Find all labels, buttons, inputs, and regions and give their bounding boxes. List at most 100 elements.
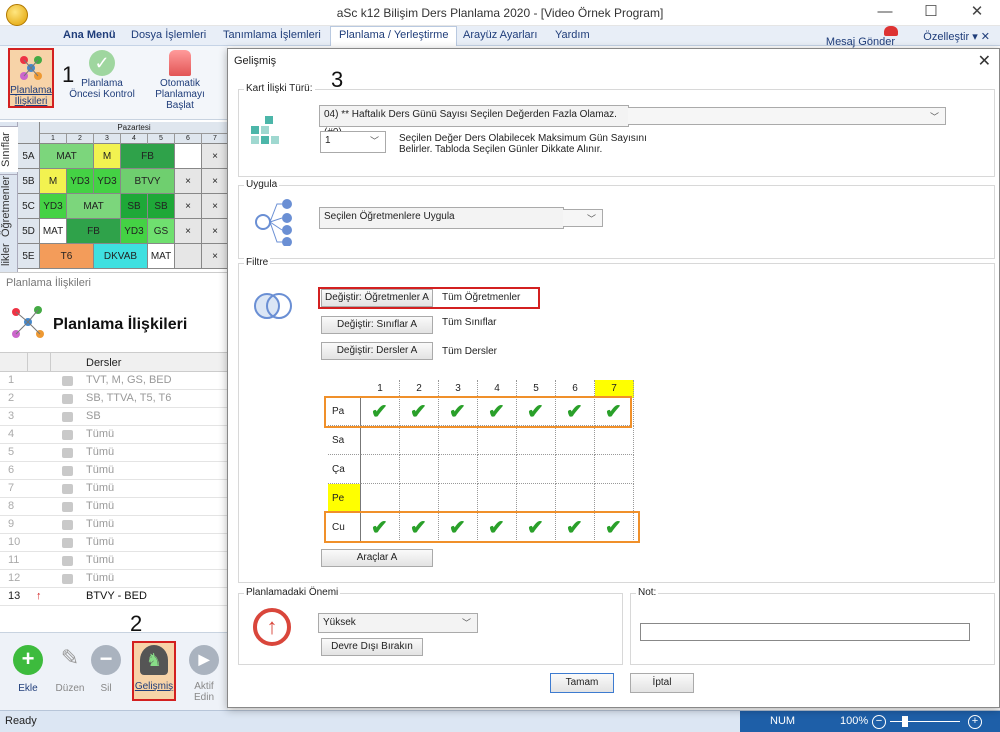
lesson-card[interactable]: MAT	[40, 219, 67, 244]
lesson-card[interactable]: ×	[202, 219, 229, 244]
tamam-button[interactable]: Tamam	[550, 673, 614, 693]
mesaj-gonder-link[interactable]: Mesaj Gönder	[826, 36, 895, 48]
col-header-dersler[interactable]: Dersler	[86, 357, 121, 369]
lesson-card[interactable]: ×	[175, 194, 202, 219]
day-cell[interactable]	[556, 426, 595, 455]
list-item[interactable]: 5 Tümü	[0, 444, 228, 462]
lesson-card[interactable]: ×	[175, 169, 202, 194]
lesson-card[interactable]: MAT	[148, 244, 175, 269]
menu-yardim[interactable]: Yardım	[555, 29, 590, 41]
close-button[interactable]: ✕	[954, 0, 1000, 26]
list-item[interactable]: 6 Tümü	[0, 462, 228, 480]
day-cell[interactable]	[517, 484, 556, 513]
iptal-button[interactable]: İptal	[630, 673, 694, 693]
lesson-card[interactable]: GS	[148, 219, 175, 244]
class-label[interactable]: 5C	[18, 194, 40, 219]
day-cell[interactable]	[478, 426, 517, 455]
day-cell[interactable]	[400, 426, 439, 455]
day-label[interactable]: Ça	[328, 455, 361, 484]
list-item[interactable]: 7 Tümü	[0, 480, 228, 498]
day-cell[interactable]	[361, 426, 400, 455]
class-label[interactable]: 5A	[18, 144, 40, 169]
day-cell[interactable]	[361, 484, 400, 513]
zoom-in-icon[interactable]: +	[968, 715, 982, 729]
lesson-card[interactable]: ×	[202, 169, 229, 194]
lesson-card[interactable]: SB	[121, 194, 148, 219]
tab-siniflar[interactable]: Sınıflar	[0, 126, 18, 172]
day-cell[interactable]	[439, 484, 478, 513]
list-item[interactable]: 10 Tümü	[0, 534, 228, 552]
list-item[interactable]: 12 Tümü	[0, 570, 228, 588]
tab-ogretmenler[interactable]: Öğretmenler	[0, 174, 18, 238]
ozellestir-menu[interactable]: Özelleştir ▾ ✕	[923, 30, 990, 43]
class-label[interactable]: 5E	[18, 244, 40, 269]
devre-disi-button[interactable]: Devre Dışı Bırakın	[321, 638, 423, 656]
list-item[interactable]: 13 ↑ BTVY - BED	[0, 588, 228, 606]
day-cell[interactable]	[517, 426, 556, 455]
day-cell[interactable]	[595, 426, 634, 455]
lesson-card[interactable]: MAT	[40, 144, 94, 169]
lesson-card[interactable]: YD3	[67, 169, 94, 194]
list-item[interactable]: 8 Tümü	[0, 498, 228, 516]
list-item[interactable]: 4 Tümü	[0, 426, 228, 444]
list-item[interactable]: 1 TVT, M, GS, BED	[0, 372, 228, 390]
minimize-button[interactable]: —	[862, 0, 908, 26]
menu-planlama[interactable]: Planlama / Yerleştirme	[330, 26, 458, 46]
lesson-card[interactable]: MAT	[67, 194, 121, 219]
lesson-card[interactable]: M	[40, 169, 67, 194]
lesson-card[interactable]: FB	[121, 144, 175, 169]
araclar-button[interactable]: Araçlar A	[321, 549, 433, 567]
day-cell[interactable]	[439, 455, 478, 484]
lesson-card[interactable]: BTVY	[121, 169, 175, 194]
tab-derslikler[interactable]: likler	[0, 240, 18, 270]
duzen-button[interactable]: ✎ Düzen	[50, 645, 90, 694]
day-cell[interactable]	[595, 484, 634, 513]
list-item[interactable]: 2 SB, TTVA, T5, T6	[0, 390, 228, 408]
menu-arayuz[interactable]: Arayüz Ayarları	[463, 29, 537, 41]
planlama-iliskileri-button[interactable]: Planlama İlişkileri	[8, 48, 54, 108]
lesson-card[interactable]: YD3	[40, 194, 67, 219]
lesson-card[interactable]: M	[94, 144, 121, 169]
lesson-card[interactable]: T6	[40, 244, 94, 269]
maximize-button[interactable]: ☐	[908, 0, 954, 26]
day-label[interactable]: Pe	[328, 484, 361, 513]
menu-tanimlama[interactable]: Tanımlama İşlemleri	[223, 29, 321, 41]
aktif-edin-button[interactable]: ▶ Aktif Edin	[184, 645, 224, 703]
lesson-card[interactable]: ×	[202, 144, 229, 169]
zoom-thumb[interactable]	[902, 716, 908, 727]
menu-ana-menu[interactable]: Ana Menü	[63, 29, 116, 41]
day-cell[interactable]	[556, 484, 595, 513]
menu-dosya[interactable]: Dosya İşlemleri	[131, 29, 206, 41]
lesson-card[interactable]: FB	[67, 219, 121, 244]
otomatik-planlama-button[interactable]: Otomatik Planlamayı Başlat	[140, 48, 220, 111]
day-cell[interactable]	[400, 484, 439, 513]
day-cell[interactable]	[400, 455, 439, 484]
lesson-card[interactable]: ×	[202, 244, 229, 269]
list-item[interactable]: 11 Tümü	[0, 552, 228, 570]
day-cell[interactable]	[439, 426, 478, 455]
lesson-card[interactable]: ×	[175, 219, 202, 244]
day-cell[interactable]	[556, 455, 595, 484]
day-cell[interactable]	[517, 455, 556, 484]
day-cell[interactable]	[595, 455, 634, 484]
lesson-card[interactable]: DKVAB	[94, 244, 148, 269]
day-cell[interactable]	[478, 484, 517, 513]
zoom-slider[interactable]	[890, 721, 960, 722]
lesson-card[interactable]: YD3	[94, 169, 121, 194]
lesson-card[interactable]: SB	[148, 194, 175, 219]
onem-select[interactable]: Yüksek ﹀	[318, 613, 478, 633]
lesson-card[interactable]	[175, 144, 202, 169]
lesson-card[interactable]: ×	[202, 194, 229, 219]
gelismis-button[interactable]: ♞ Gelişmiş	[132, 641, 176, 701]
lesson-card[interactable]	[175, 244, 202, 269]
day-cell[interactable]	[361, 455, 400, 484]
not-input[interactable]	[640, 623, 970, 641]
lesson-card[interactable]: YD3	[121, 219, 148, 244]
list-item[interactable]: 9 Tümü	[0, 516, 228, 534]
sil-button[interactable]: − Sil	[86, 645, 126, 694]
planlama-oncesi-kontrol-button[interactable]: ✓ Planlama Öncesi Kontrol	[66, 48, 138, 110]
list-item[interactable]: 3 SB	[0, 408, 228, 426]
class-label[interactable]: 5D	[18, 219, 40, 244]
ekle-button[interactable]: + Ekle	[8, 645, 48, 694]
zoom-out-icon[interactable]: −	[872, 715, 886, 729]
